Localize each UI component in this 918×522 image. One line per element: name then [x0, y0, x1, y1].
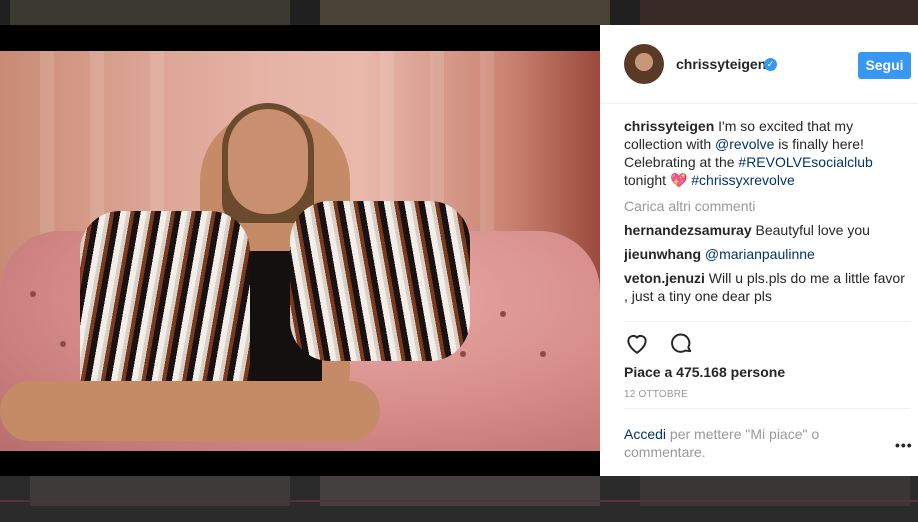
comments-list[interactable]: chrissyteigen I'm so excited that my col…: [624, 117, 910, 321]
post-photo[interactable]: [0, 51, 600, 451]
username[interactable]: chrissyteigen: [676, 56, 766, 72]
likes-count[interactable]: Piace a 475.168 persone: [624, 364, 785, 380]
comment: jieunwhang @marianpaulinne: [624, 245, 910, 263]
follow-button[interactable]: Segui: [858, 52, 911, 79]
caption: chrissyteigen I'm so excited that my col…: [624, 117, 910, 189]
caption-text-3: tonight: [624, 172, 670, 188]
post-header: chrissyteigen ✓ Segui: [600, 25, 918, 104]
background-tile-3: [640, 0, 918, 25]
caption-mention[interactable]: @revolve: [715, 136, 774, 152]
login-link[interactable]: Accedi: [624, 426, 666, 442]
load-more-comments[interactable]: Carica altri commenti: [624, 197, 910, 215]
post-date[interactable]: 12 OTTOBRE: [624, 389, 688, 400]
verified-icon: ✓: [764, 58, 777, 71]
divider: [624, 408, 910, 409]
more-options-icon[interactable]: •••: [895, 437, 913, 453]
comment-username[interactable]: veton.jenuzi: [624, 270, 705, 286]
comment-username[interactable]: hernandezsamuray: [624, 222, 752, 238]
login-prompt: Accedi per mettere "Mi piace" o commenta…: [624, 425, 844, 461]
caption-hashtag-1[interactable]: #REVOLVEsocialclub: [738, 154, 872, 170]
comment-icon[interactable]: [668, 330, 694, 356]
background-bottom: [0, 476, 918, 522]
caption-username[interactable]: chrissyteigen: [624, 118, 714, 134]
comment: veton.jenuzi Will u pls.pls do me a litt…: [624, 269, 910, 305]
heart-emoji-icon: 💖: [669, 172, 688, 188]
avatar[interactable]: [624, 44, 664, 84]
comment-mention[interactable]: @marianpaulinne: [701, 246, 815, 262]
post-side-panel: chrissyteigen ✓ Segui chrissyteigen I'm …: [600, 25, 918, 476]
comment: hernandezsamuray Beautyful love you: [624, 221, 910, 239]
background-divider: [0, 500, 918, 502]
comment-username[interactable]: jieunwhang: [624, 246, 701, 262]
caption-hashtag-2[interactable]: #chrissyxrevolve: [691, 172, 794, 188]
background-tile-1: [10, 0, 290, 25]
comment-text: Beautyful love you: [751, 222, 870, 238]
divider: [624, 321, 910, 322]
heart-icon[interactable]: [624, 330, 650, 356]
action-bar: [624, 330, 708, 356]
background-tile-2: [320, 0, 610, 25]
